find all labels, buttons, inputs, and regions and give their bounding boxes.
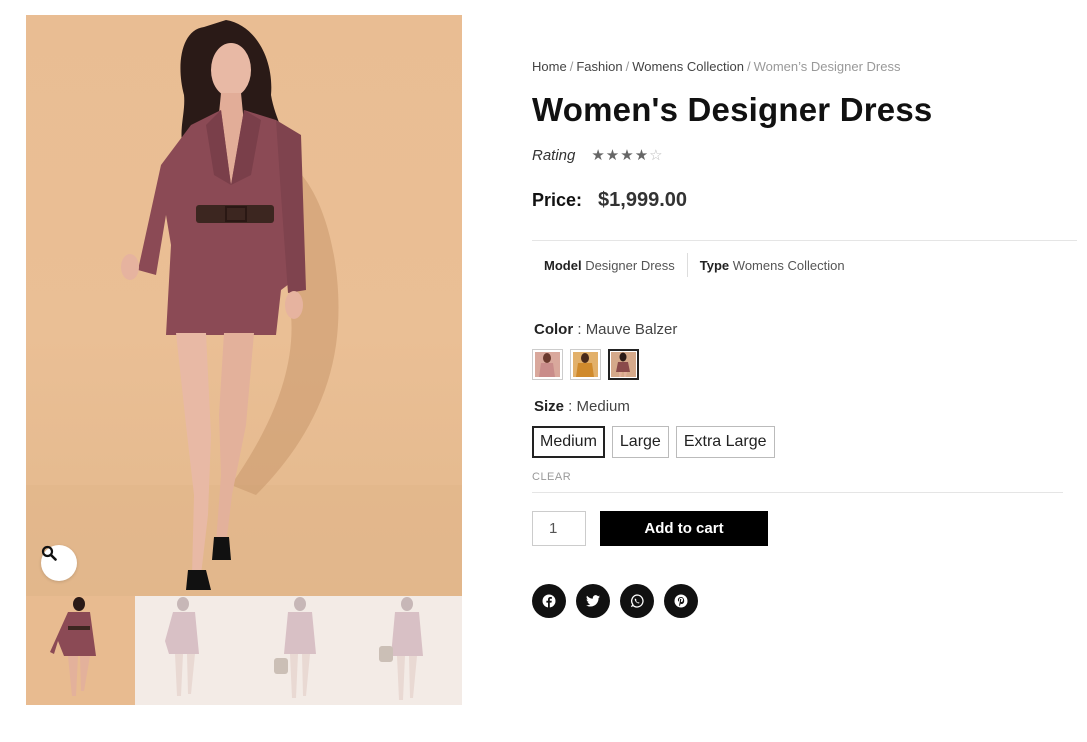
breadcrumb-fashion[interactable]: Fashion [576,59,622,74]
swatch-pink[interactable] [532,349,563,380]
thumbnail-3[interactable] [244,596,353,705]
size-selection-label: Size : Medium [534,398,630,415]
size-medium-button[interactable]: Medium [532,426,605,458]
thumbnail-strip [26,596,462,705]
size-large-button[interactable]: Large [611,426,669,458]
swatch-pink-image [535,352,560,377]
meta-type: Type Womens Collection [688,258,857,273]
add-to-cart-button[interactable]: Add to cart [600,511,768,546]
facebook-icon [542,594,556,608]
swatch-mustard-image [573,352,598,377]
thumbnail-3-image [274,597,316,698]
product-gallery [26,15,462,705]
size-options: Medium Large Extra Large [532,426,775,458]
divider [532,240,1077,241]
share-whatsapp-button[interactable] [620,584,654,618]
breadcrumb-womens-collection[interactable]: Womens Collection [632,59,744,74]
rating-stars: ★★★★☆ [591,146,663,164]
color-selection-label: Color : Mauve Balzer [534,321,678,338]
breadcrumb-separator: / [746,59,751,74]
meta-model: Model Designer Dress [532,258,687,273]
zoom-button[interactable] [41,545,77,581]
meta-model-label: Model [544,257,582,273]
social-share [532,584,698,618]
star-filled-icon: ★★★★ [591,147,650,164]
size-value: Medium [576,398,630,415]
breadcrumb-separator: / [569,59,574,74]
model-photo [26,20,462,596]
breadcrumb-separator: / [625,59,630,74]
thumbnail-2[interactable] [135,596,244,705]
thumbnail-4[interactable] [353,596,462,705]
meta-type-label: Type [699,257,730,273]
twitter-icon [586,595,600,607]
size-label: Size [534,398,565,415]
product-details: Home / Fashion / Womens Collection / Women’s D… [532,0,1077,742]
clear-selection-link[interactable]: CLEAR [532,471,571,483]
rating-label: Rating [532,146,576,164]
thumbnail-2-image [165,597,199,696]
thumbnail-4-image [379,597,423,700]
product-price: Price: $1,999.00 [532,189,687,212]
color-label: Color [534,321,574,338]
divider [532,492,1063,493]
pinterest-icon [674,594,688,608]
star-empty-icon: ☆ [649,147,664,164]
price-label: Price: [532,190,583,210]
quantity-input[interactable] [532,511,586,546]
thumbnail-1[interactable] [26,596,135,705]
share-twitter-button[interactable] [576,584,610,618]
product-meta: Model Designer Dress Type Womens Collect… [532,253,857,277]
swatch-mustard[interactable] [570,349,601,380]
swatch-mauve[interactable] [608,349,639,380]
whatsapp-icon [630,594,644,608]
main-product-image[interactable] [26,15,462,596]
meta-model-value: Designer Dress [585,257,675,273]
product-title: Women's Designer Dress [532,91,933,128]
size-extra-large-button[interactable]: Extra Large [675,426,775,458]
share-pinterest-button[interactable] [664,584,698,618]
product-rating: Rating ★★★★☆ [532,146,664,165]
breadcrumb: Home / Fashion / Womens Collection / Women’s D… [532,59,900,74]
thumbnail-1-image [50,597,96,696]
price-value: $1,999.00 [598,189,688,211]
breadcrumb-current: Women’s Designer Dress [753,59,901,74]
color-value: Mauve Balzer [585,321,678,338]
color-swatches [532,349,639,380]
meta-type-value: Womens Collection [732,257,845,273]
swatch-mauve-image [611,352,636,377]
magnifier-icon [41,545,57,561]
share-facebook-button[interactable] [532,584,566,618]
breadcrumb-home[interactable]: Home [532,59,567,74]
